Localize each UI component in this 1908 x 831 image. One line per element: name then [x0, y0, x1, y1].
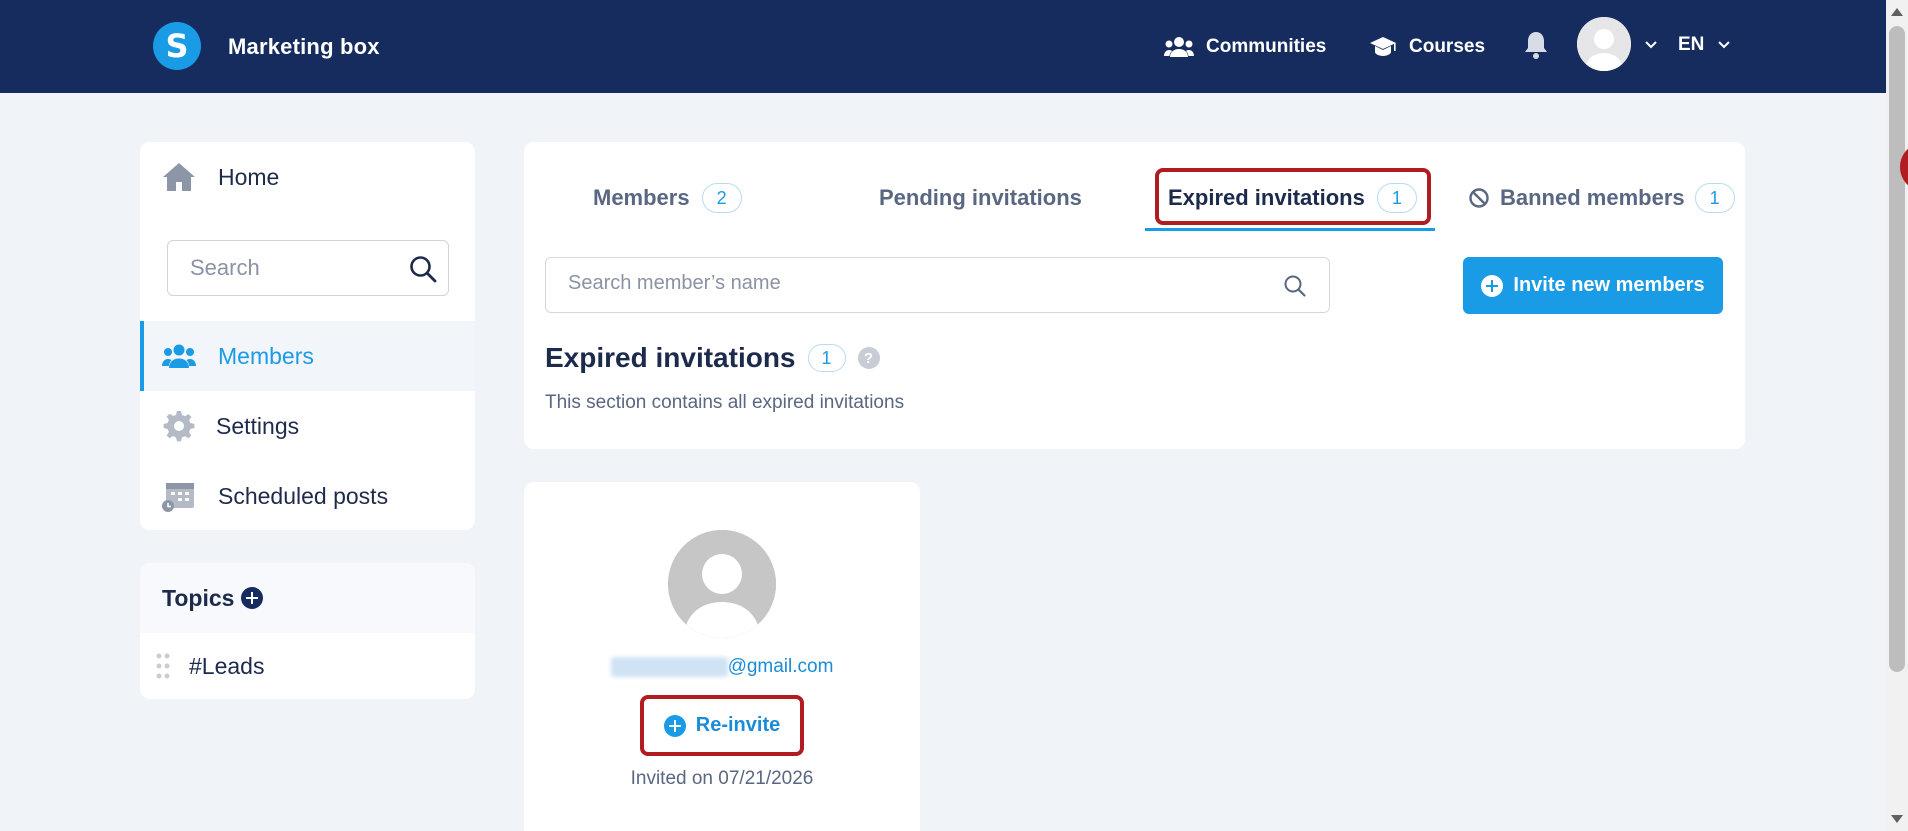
- sidebar-item-scheduled-posts[interactable]: Scheduled posts: [140, 461, 475, 530]
- chevron-down-icon[interactable]: [1644, 38, 1658, 52]
- sidebar-item-label: Members: [218, 342, 314, 369]
- count-badge: 2: [701, 183, 742, 213]
- bell-icon[interactable]: [1522, 30, 1550, 60]
- user-avatar[interactable]: [1577, 17, 1631, 71]
- re-invite-button[interactable]: Re-invite: [644, 699, 800, 752]
- section-heading: Expired invitations 1 ?: [545, 342, 880, 374]
- invite-button-label: Invite new members: [1513, 274, 1705, 296]
- avatar-placeholder-icon: [668, 530, 776, 638]
- tab-label: Expired invitations: [1168, 185, 1365, 210]
- topic-label: #Leads: [189, 652, 265, 679]
- app-logo[interactable]: S: [153, 22, 201, 70]
- gear-icon: [162, 409, 196, 443]
- sidebar-item-label: Settings: [216, 412, 300, 439]
- drag-handle-icon[interactable]: [156, 653, 170, 679]
- sidebar-item-members[interactable]: Members: [140, 321, 475, 391]
- ban-icon: [1469, 188, 1489, 208]
- tab-label: Banned members: [1500, 185, 1685, 210]
- top-navigation-bar: S Marketing box Communities Courses EN: [0, 0, 1886, 93]
- active-tab-indicator: [1145, 228, 1435, 231]
- sidebar-search-input[interactable]: [168, 255, 398, 281]
- help-icon[interactable]: ?: [857, 347, 880, 369]
- sidebar-item-label: Home: [218, 163, 280, 190]
- count-badge: 1: [1694, 183, 1735, 213]
- nav-courses[interactable]: Courses: [1369, 32, 1485, 62]
- highlight-box: Re-invite: [640, 695, 804, 756]
- sidebar-item-settings[interactable]: Settings: [140, 391, 475, 461]
- brand-name[interactable]: Marketing box: [228, 34, 380, 60]
- section-title: Expired invitations: [545, 342, 796, 373]
- home-icon: [162, 160, 196, 194]
- expired-invitation-card: @gmail.com Re-invite Invited on 07/21/20…: [524, 482, 920, 831]
- tab-members[interactable]: Members 2: [593, 178, 742, 218]
- tab-banned-members[interactable]: Banned members 1: [1468, 178, 1735, 218]
- member-search-input[interactable]: [568, 272, 1268, 295]
- count-badge: 1: [807, 344, 846, 372]
- calendar-clock-icon: [162, 479, 196, 513]
- sidebar-menu: Home Members Settings: [140, 142, 475, 530]
- count-badge: 1: [1376, 183, 1417, 213]
- search-icon[interactable]: [1283, 274, 1307, 298]
- nav-communities-label: Communities: [1206, 36, 1327, 57]
- member-avatar: [668, 530, 776, 638]
- sidebar-item-home[interactable]: Home: [140, 142, 475, 212]
- sidebar-item-label: Scheduled posts: [218, 482, 389, 509]
- plus-circle-icon: [1481, 274, 1504, 297]
- nav-courses-label: Courses: [1409, 36, 1486, 57]
- topic-item[interactable]: #Leads: [140, 633, 475, 699]
- scroll-down-arrow[interactable]: [1891, 815, 1903, 823]
- invite-new-members-button[interactable]: Invite new members: [1463, 257, 1723, 314]
- section-description: This section contains all expired invita…: [545, 392, 905, 413]
- tab-label: Pending invitations: [879, 185, 1082, 210]
- page-scrollbar[interactable]: [1886, 0, 1908, 831]
- topics-title: Topics: [162, 584, 235, 611]
- tab-expired-invitations[interactable]: Expired invitations 1: [1168, 178, 1417, 218]
- users-icon: [162, 339, 196, 373]
- tab-pending-invitations[interactable]: Pending invitations: [879, 178, 1082, 218]
- email-domain: @gmail.com: [727, 656, 834, 677]
- graduation-cap-icon: [1370, 37, 1396, 56]
- topics-panel: Topics #Leads: [140, 563, 475, 699]
- users-icon: [1164, 37, 1194, 57]
- tab-label: Members: [593, 185, 690, 210]
- sidebar-search[interactable]: [167, 240, 449, 296]
- scroll-up-arrow[interactable]: [1891, 8, 1903, 16]
- members-panel: Members 2 Pending invitations Expired in…: [524, 142, 1908, 449]
- nav-communities[interactable]: Communities: [1164, 32, 1326, 62]
- avatar-placeholder-icon: [1577, 17, 1631, 71]
- topics-header: Topics: [140, 563, 475, 633]
- member-search[interactable]: [545, 257, 1330, 313]
- plus-circle-icon: [663, 714, 686, 737]
- invited-date: Invited on 07/21/2026: [630, 768, 814, 789]
- add-topic-icon[interactable]: [241, 587, 263, 609]
- chevron-down-icon[interactable]: [1717, 38, 1731, 52]
- redacted-email-user: [610, 656, 728, 677]
- search-icon[interactable]: [408, 254, 438, 284]
- language-selector[interactable]: EN: [1678, 34, 1704, 56]
- member-email[interactable]: @gmail.com: [524, 656, 920, 678]
- re-invite-label: Re-invite: [695, 714, 781, 736]
- scroll-thumb[interactable]: [1889, 26, 1905, 672]
